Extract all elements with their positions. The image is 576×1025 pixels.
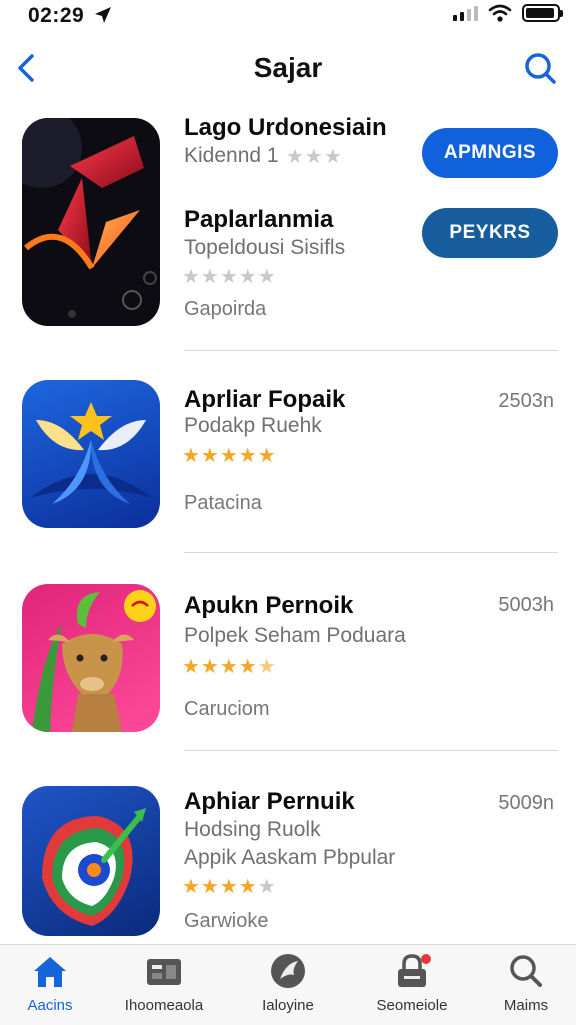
winged-star-icon — [30, 402, 152, 504]
app-name: Lago Urdonesiain — [184, 114, 387, 141]
app-subtitle: Polpek Seham Poduara — [184, 624, 406, 647]
status-time: 02:29 — [28, 4, 85, 27]
get-button[interactable]: APMNGIS — [422, 128, 558, 178]
cellular-signal-icon — [453, 5, 478, 21]
app-category: Garwioke — [184, 910, 269, 932]
app-name: Apukn Pernoik — [184, 592, 354, 619]
app-category: Patacina — [184, 492, 262, 514]
app-subtitle-secondary: Appik Aaskam Pbpular — [184, 846, 396, 869]
app-icon — [22, 584, 160, 732]
app-category: Caruciom — [184, 698, 270, 720]
rating-stars: ★★★ — [286, 146, 343, 168]
rating-stars: ★★★★★ — [182, 876, 277, 898]
tab-ihoomeaola[interactable]: Ihoomeaola — [114, 951, 214, 1021]
app-name: Aprliar Fopaik — [184, 386, 346, 413]
app-size: 2503n — [498, 390, 554, 412]
rating-stars: ★★★★★ — [182, 266, 277, 288]
search-button[interactable] — [520, 48, 560, 88]
app-size: 5003h — [498, 594, 554, 616]
app-icon — [22, 786, 160, 936]
tab-label: Aacins — [27, 997, 73, 1014]
tab-label: Seomeiole — [376, 997, 448, 1014]
tab-label: Maims — [503, 997, 549, 1014]
app-subtitle: Topeldousi Sisifls — [184, 236, 346, 259]
featured-app-group: Lago Urdonesiain Kidennd 1 ★★★ APMNGIS P… — [0, 114, 576, 354]
app-icon-featured[interactable] — [22, 118, 160, 326]
game-icon — [271, 954, 305, 988]
app-icon — [22, 380, 160, 528]
location-target-icon — [42, 808, 146, 926]
app-subtitle: Hodsing Ruolk — [184, 818, 321, 841]
lock-icon — [398, 954, 431, 987]
tab-aacins[interactable]: Aacins — [0, 951, 100, 1021]
app-size: 5009n — [498, 792, 554, 814]
divider — [184, 552, 558, 553]
status-bar: 02:29 — [0, 0, 576, 30]
list-item[interactable]: Aprliar Fopaik Podakp Ruehk ★★★★★ Pataci… — [0, 380, 576, 540]
get-button[interactable]: PEYKRS — [422, 208, 558, 258]
tab-label: Ialoyine — [262, 997, 314, 1014]
home-icon — [34, 957, 66, 987]
search-icon — [510, 955, 542, 987]
film-icon — [147, 959, 181, 985]
tab-seomeiole[interactable]: Seomeiole — [362, 951, 462, 1021]
app-subtitle: Podakp Ruehk — [184, 414, 322, 437]
battery-icon — [522, 4, 563, 22]
tab-label: Ihoomeaola — [124, 997, 204, 1014]
list-item[interactable]: Aphiar Pernuik Hodsing Ruolk Appik Aaska… — [0, 786, 576, 942]
location-arrow-icon — [95, 7, 111, 23]
tab-bar: Aacins Ihoomeaola Ialoyine Seomeiole Mai… — [0, 944, 576, 1025]
app-name: Aphiar Pernuik — [184, 788, 355, 815]
app-subtitle: Kidennd 1 — [184, 144, 279, 167]
page-title: Sajar — [253, 52, 323, 83]
rating-stars: ★★★★★ — [182, 656, 277, 678]
tab-maims[interactable]: Maims — [476, 951, 576, 1021]
divider — [184, 750, 558, 751]
app-category: Gapoirda — [184, 298, 267, 320]
rating-stars: ★★★★★ — [182, 445, 277, 467]
wifi-icon — [488, 4, 512, 22]
list-item[interactable]: Apukn Pernoik Polpek Seham Poduara ★★★★★… — [0, 584, 576, 744]
divider — [184, 350, 558, 351]
nav-bar: Sajar — [0, 38, 576, 98]
search-icon — [525, 53, 556, 84]
tab-ialoyine[interactable]: Ialoyine — [238, 951, 338, 1021]
antelope-icon — [32, 590, 156, 732]
app-name: Paplarlanmia — [184, 206, 334, 233]
ribbon-logo-icon — [22, 118, 157, 318]
